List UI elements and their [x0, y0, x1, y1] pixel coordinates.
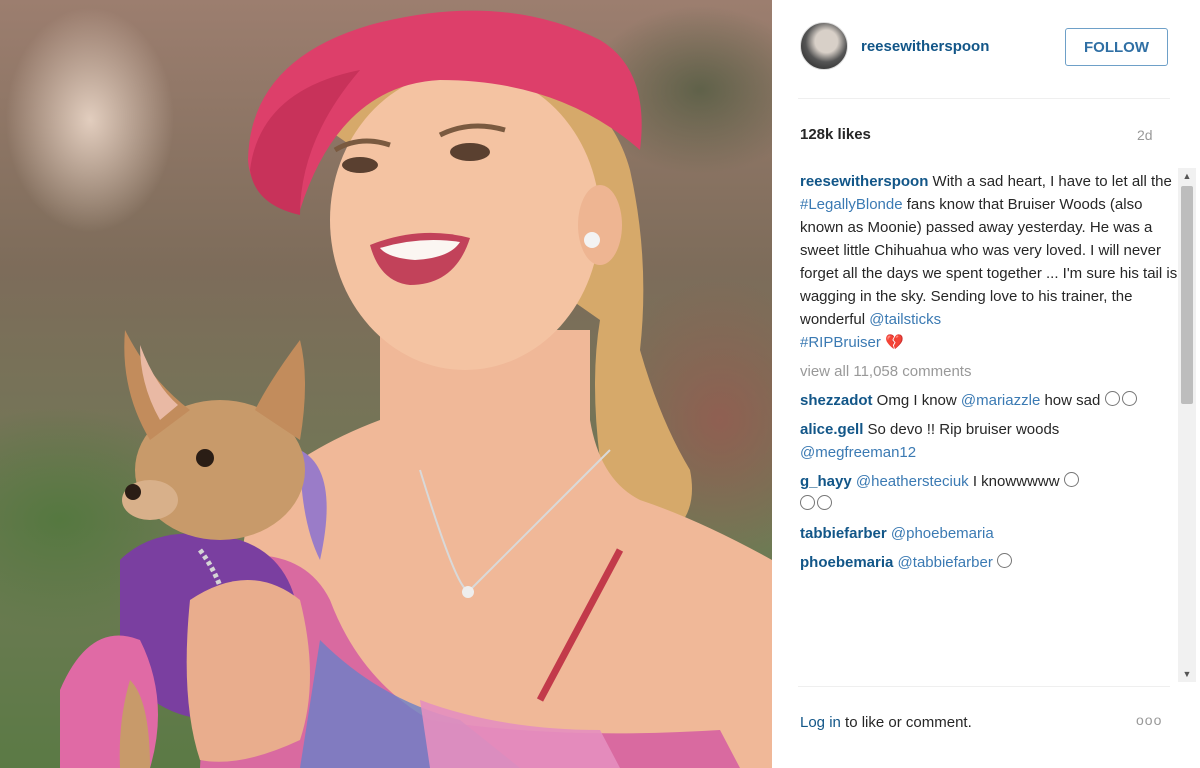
- mention-link[interactable]: @mariazzle: [961, 392, 1040, 409]
- header-divider: [798, 98, 1170, 99]
- scroll-down-arrow-icon[interactable]: ▼: [1178, 666, 1196, 682]
- comment-text: Omg I know: [872, 392, 961, 409]
- instagram-post-view: reesewitherspoon FOLLOW 128k likes 2d re…: [0, 0, 1200, 768]
- avatar[interactable]: [800, 22, 848, 70]
- caption-text: fans know that Bruiser Woods (also known…: [800, 196, 1178, 328]
- post-footer: Log in to like or comment. ooo: [798, 700, 1170, 750]
- comment-item: tabbiefarber @phoebemaria: [800, 522, 1178, 545]
- post-photo[interactable]: [0, 0, 772, 768]
- emoji-face-icon: [1104, 391, 1120, 406]
- comment-item: shezzadot Omg I know @mariazzle how sad: [800, 389, 1178, 412]
- caption-username[interactable]: reesewitherspoon: [800, 173, 928, 190]
- caption-text: With a sad heart, I have to let all the: [928, 173, 1172, 190]
- comment-text: how sad: [1040, 392, 1101, 409]
- caption: reesewitherspoon With a sad heart, I hav…: [800, 170, 1178, 354]
- broken-heart-icon: 💔: [885, 334, 904, 351]
- emoji-face-icon: [800, 495, 815, 510]
- comment-username[interactable]: phoebemaria: [800, 554, 893, 571]
- post-sidebar: reesewitherspoon FOLLOW 128k likes 2d re…: [772, 0, 1200, 768]
- mention-link[interactable]: @tailsticks: [869, 311, 941, 328]
- post-photo-illustration: [60, 10, 772, 768]
- mention-link[interactable]: @heathersteciuk: [856, 473, 969, 490]
- comments-scrollbar[interactable]: ▲ ▼: [1178, 168, 1196, 682]
- comment-username[interactable]: alice.gell: [800, 421, 863, 438]
- follow-button[interactable]: FOLLOW: [1065, 28, 1168, 66]
- hashtag-link[interactable]: #LegallyBlonde: [800, 196, 903, 213]
- comment-item: g_hayy @heathersteciuk I knowwwww: [800, 470, 1178, 516]
- comments-list[interactable]: reesewitherspoon With a sad heart, I hav…: [800, 170, 1178, 684]
- post-age[interactable]: 2d: [1137, 127, 1153, 143]
- emoji-face-icon: [817, 495, 832, 510]
- comment-username[interactable]: shezzadot: [800, 392, 873, 409]
- comment-text: I knowwwww: [968, 473, 1060, 490]
- emoji-face-icon: [1121, 391, 1137, 406]
- login-prompt-text: to like or comment.: [840, 714, 972, 731]
- comment-username[interactable]: g_hayy: [800, 473, 852, 490]
- scrollbar-thumb[interactable]: [1181, 186, 1193, 404]
- mention-link[interactable]: @phoebemaria: [891, 525, 994, 542]
- comment-item: alice.gell So devo !! Rip bruiser woods …: [800, 418, 1178, 464]
- likes-count[interactable]: 128k likes: [800, 126, 871, 143]
- mention-link[interactable]: @tabbiefarber: [898, 554, 993, 571]
- username-link[interactable]: reesewitherspoon: [861, 38, 989, 55]
- footer-divider: [798, 686, 1170, 687]
- comment-text: So devo !! Rip bruiser woods: [863, 421, 1060, 438]
- comment-item: phoebemaria @tabbiefarber: [800, 551, 1178, 574]
- scroll-up-arrow-icon[interactable]: ▲: [1178, 168, 1196, 184]
- view-all-comments-link[interactable]: view all 11,058 comments: [800, 360, 1178, 383]
- mention-link[interactable]: @megfreeman12: [800, 444, 916, 461]
- post-header: reesewitherspoon FOLLOW: [772, 0, 1170, 96]
- emoji-face-icon: [997, 553, 1012, 568]
- comment-username[interactable]: tabbiefarber: [800, 525, 887, 542]
- emoji-face-icon: [1063, 472, 1079, 487]
- more-options-icon[interactable]: ooo: [1136, 712, 1162, 728]
- login-link[interactable]: Log in: [800, 714, 841, 731]
- login-prompt: Log in to like or comment.: [800, 714, 972, 731]
- hashtag-link[interactable]: #RIPBruiser: [800, 334, 881, 351]
